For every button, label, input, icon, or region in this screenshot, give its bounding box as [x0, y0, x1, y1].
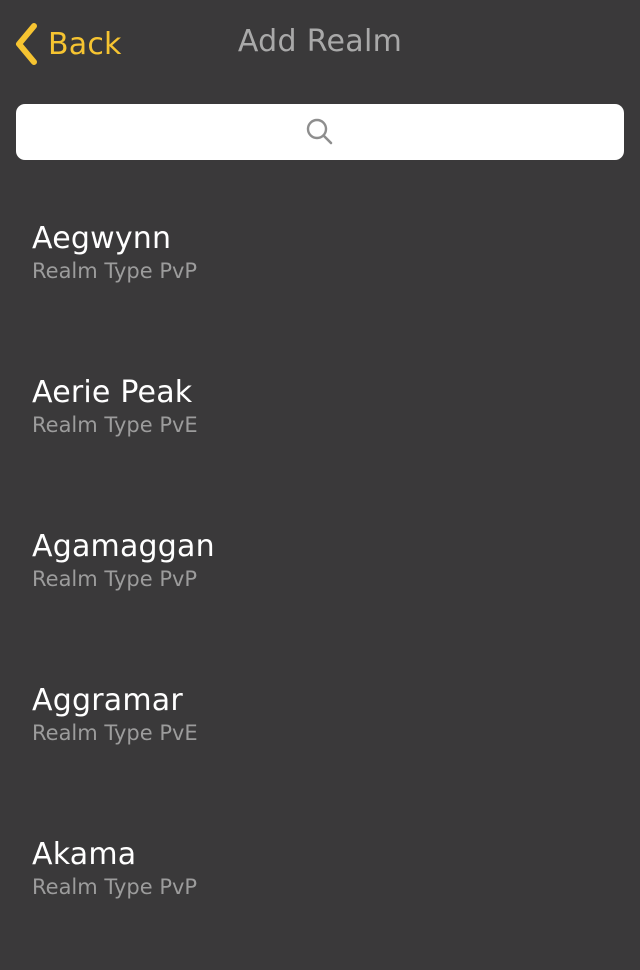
search-bar[interactable]: [16, 104, 628, 162]
realm-type: Realm Type PvE: [32, 413, 198, 437]
list-item[interactable]: Aegwynn Realm Type PvP: [0, 200, 640, 354]
search-input[interactable]: [16, 104, 628, 162]
realm-name: Agamaggan: [32, 529, 215, 564]
realm-type: Realm Type PvP: [32, 567, 198, 591]
list-item[interactable]: Aerie Peak Realm Type PvE: [0, 354, 640, 508]
list-item[interactable]: Agamaggan Realm Type PvP: [0, 508, 640, 662]
navigation-bar: Back Add Realm: [0, 0, 640, 90]
realm-name: Aggramar: [32, 683, 183, 718]
realm-list: Aegwynn Realm Type PvP Aerie Peak Realm …: [0, 200, 640, 970]
list-item[interactable]: Akama Realm Type PvP: [0, 816, 640, 970]
realm-name: Aerie Peak: [32, 375, 193, 410]
realm-name: Aegwynn: [32, 221, 172, 256]
realm-type: Realm Type PvP: [32, 875, 198, 899]
realm-type: Realm Type PvP: [32, 259, 198, 283]
list-item[interactable]: Aggramar Realm Type PvE: [0, 662, 640, 816]
realm-type: Realm Type PvE: [32, 721, 198, 745]
realm-name: Akama: [32, 837, 137, 872]
page-title: Add Realm: [237, 24, 403, 59]
